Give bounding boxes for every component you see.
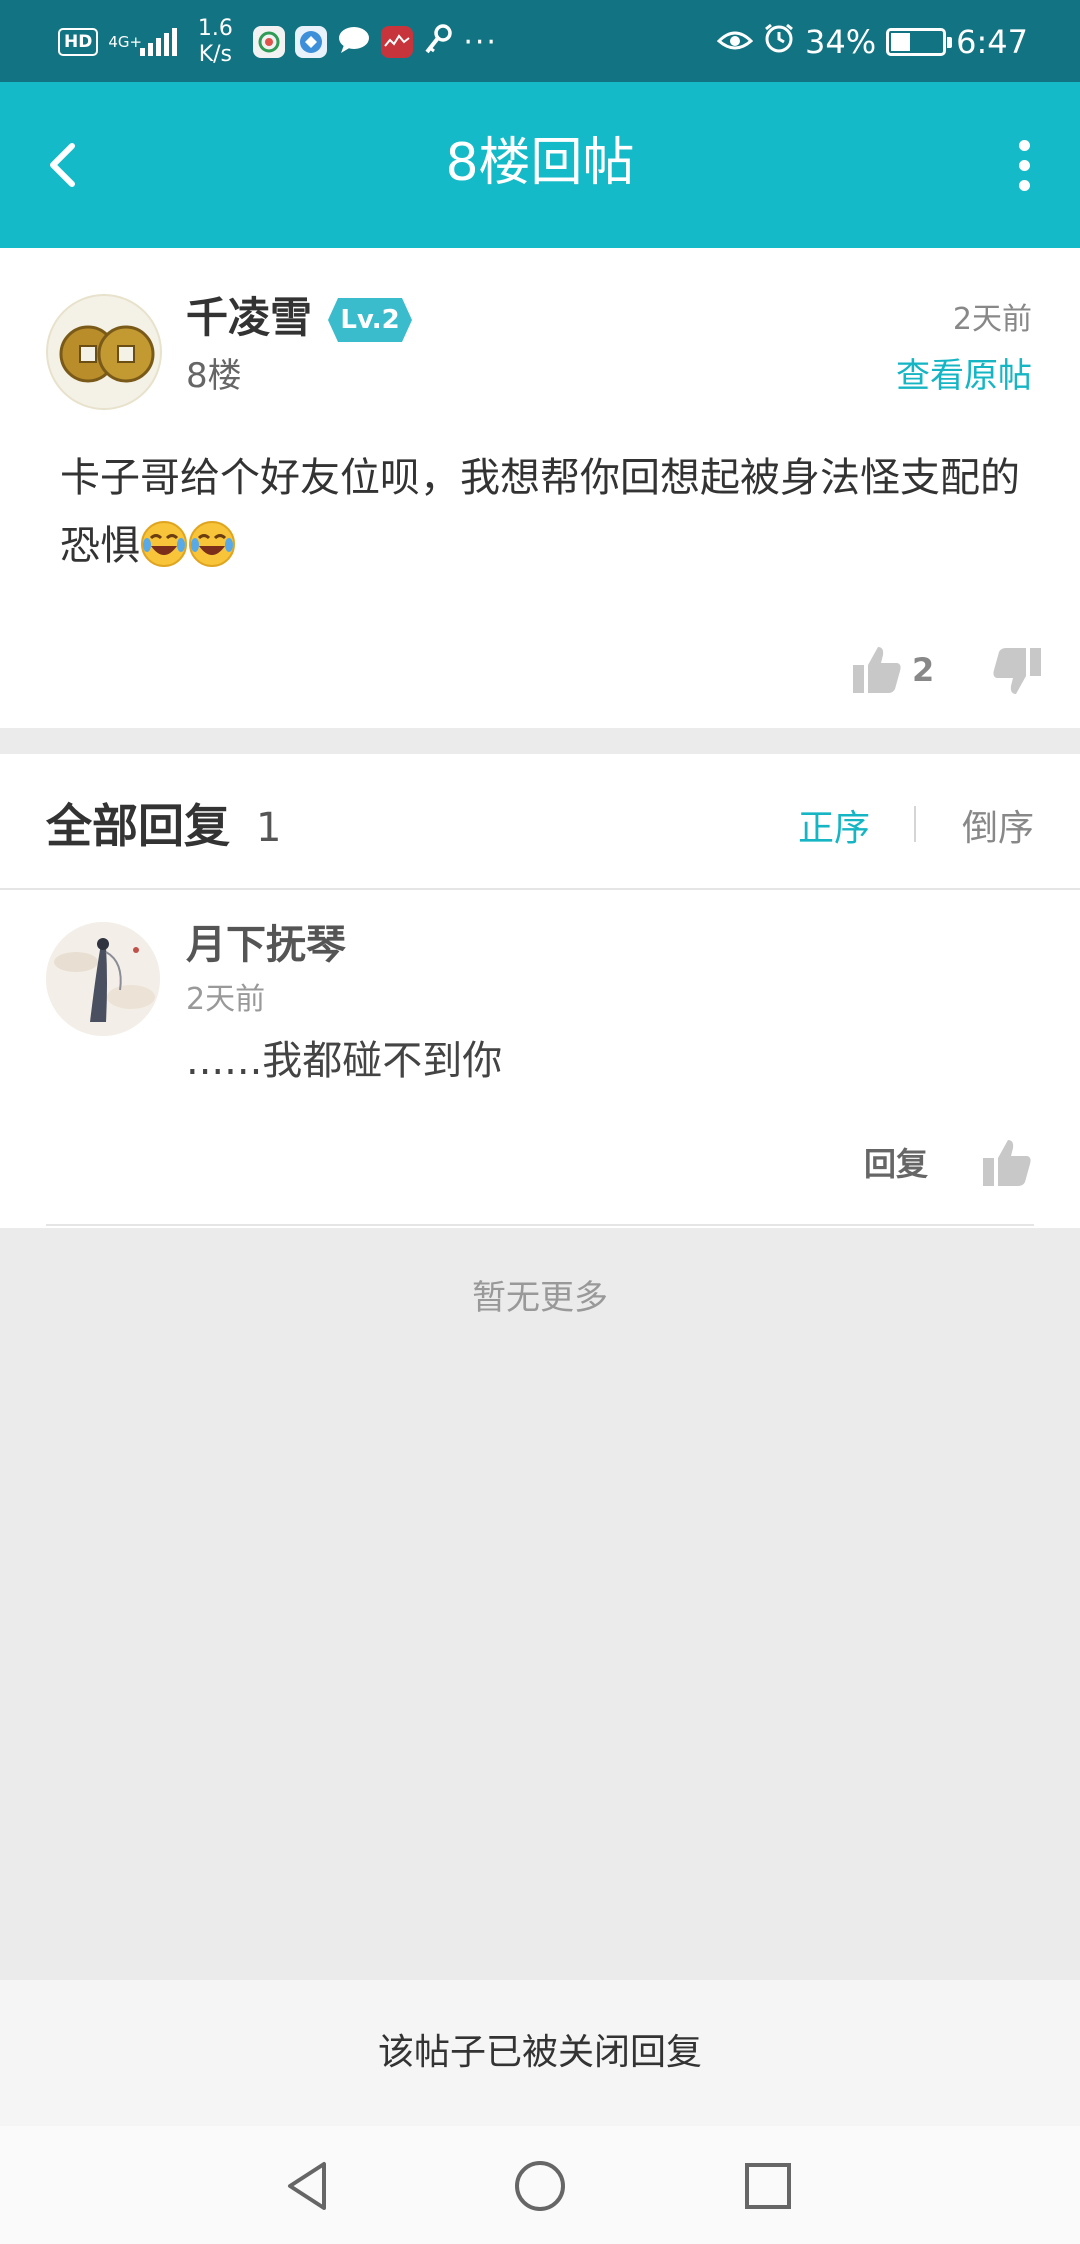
thumbs-up-icon <box>983 1140 1031 1186</box>
reply-like-button[interactable] <box>980 1136 1034 1190</box>
sort-descending-button[interactable]: 倒序 <box>962 806 1034 852</box>
reply-button[interactable]: 回复 <box>864 1142 928 1186</box>
app-notification-icon <box>253 26 286 58</box>
hd-indicator: HD <box>58 28 99 56</box>
replies-count: 1 <box>256 805 282 851</box>
square-recents-icon <box>745 2163 791 2209</box>
network-speed-unit: K/s <box>198 42 232 67</box>
system-nav-bar <box>0 2126 1080 2244</box>
post-time: 2天前 <box>952 302 1032 337</box>
level-text: Lv.2 <box>340 305 400 335</box>
network-speed-value: 1.6 <box>197 16 233 41</box>
thumbs-down-icon <box>993 648 1041 694</box>
replies-header: 全部回复 1 正序 倒序 <box>0 754 1080 890</box>
browser-notification-icon <box>295 26 328 58</box>
laugh-cry-emoji-icon <box>189 521 235 567</box>
sort-divider <box>914 806 916 842</box>
nav-recents-button[interactable] <box>736 2154 800 2218</box>
triangle-back-icon <box>288 2162 326 2210</box>
clock: 6:47 <box>956 23 1028 61</box>
divider <box>46 1224 1034 1226</box>
no-more-text: 暂无更多 <box>472 1278 608 1318</box>
sort-ascending-button[interactable]: 正序 <box>798 806 870 852</box>
reply-text: ......我都碰不到你 <box>186 1038 503 1084</box>
thumbs-up-icon <box>853 647 901 693</box>
more-notifications-icon: ··· <box>463 24 498 60</box>
signal-icon <box>140 28 178 56</box>
like-count: 2 <box>912 651 935 689</box>
nav-home-button[interactable] <box>508 2154 572 2218</box>
reply-item: 月下抚琴 2天前 ......我都碰不到你 回复 <box>0 890 1080 1228</box>
stock-notification-icon <box>381 26 414 58</box>
app-bar: 8楼回帖 <box>0 82 1080 248</box>
level-badge: Lv.2 <box>328 298 412 342</box>
key-icon <box>423 24 453 60</box>
floor-number: 8楼 <box>186 356 242 396</box>
dislike-button[interactable] <box>990 644 1046 700</box>
reply-author-avatar[interactable] <box>46 922 160 1036</box>
battery-percent: 34% <box>805 23 877 61</box>
like-button[interactable]: 2 <box>850 640 934 700</box>
nav-back-button[interactable] <box>278 2154 342 2218</box>
reply-time: 2天前 <box>186 982 266 1017</box>
network-speed: 1.6 K/s <box>187 16 243 68</box>
status-bar: HD 4G+ 1.6 K/s ··· 34% 6:47 <box>0 0 1080 82</box>
battery-icon <box>886 28 953 56</box>
floor-post: 千凌雪 Lv.2 8楼 2天前 查看原帖 卡子哥给个好友位呗，我想帮你回想起被身… <box>0 248 1080 728</box>
reply-author-name[interactable]: 月下抚琴 <box>186 918 346 972</box>
reply-closed-notice: 该帖子已被关闭回复 <box>0 1980 1080 2126</box>
author-name[interactable]: 千凌雪 <box>186 290 312 346</box>
replies-title: 全部回复 <box>46 799 230 853</box>
page-title: 8楼回帖 <box>445 133 635 193</box>
circle-home-icon <box>515 2161 565 2211</box>
eye-icon <box>716 23 754 61</box>
author-avatar[interactable] <box>46 294 162 410</box>
message-notification-icon <box>337 25 371 59</box>
more-options-button[interactable] <box>994 132 1054 198</box>
post-content: 卡子哥给个好友位呗，我想帮你回想起被身法怪支配的恐惧 <box>60 444 1020 580</box>
network-type: 4G+ <box>108 33 143 51</box>
alarm-icon <box>763 22 795 62</box>
view-original-link[interactable]: 查看原帖 <box>896 354 1032 398</box>
laugh-cry-emoji-icon <box>141 521 187 567</box>
